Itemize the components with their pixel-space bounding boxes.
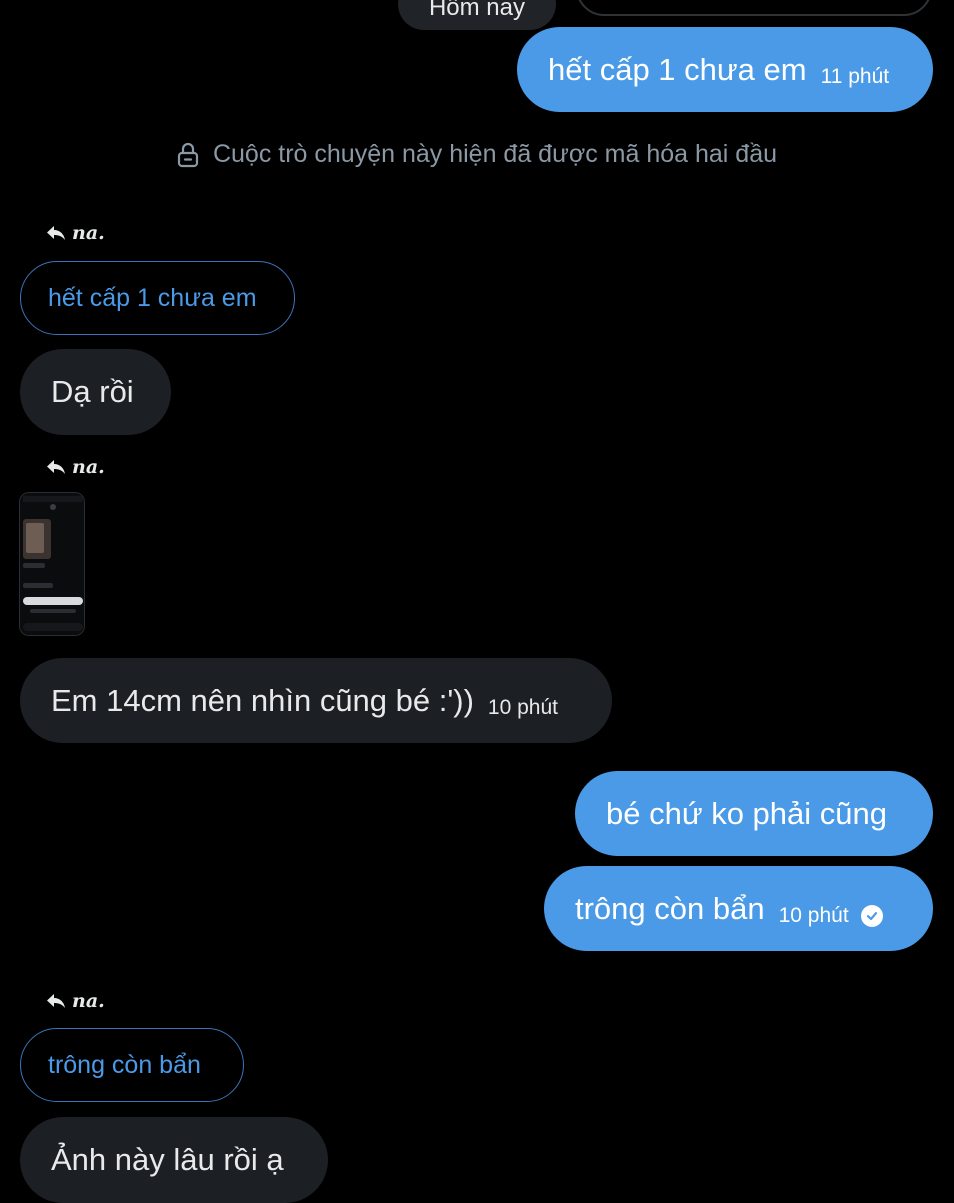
reply-header: 𝒏𝒂.	[46, 222, 105, 244]
message-timestamp: 10 phút	[778, 903, 849, 927]
message-incoming[interactable]: Ảnh này lâu rồi ạ	[20, 1117, 328, 1203]
quoted-message[interactable]: trông còn bẩn	[20, 1028, 244, 1102]
media-thumbnail[interactable]	[19, 492, 85, 636]
message-text: Ảnh này lâu rồi ạ	[51, 1142, 284, 1177]
message-outgoing[interactable]: bé chứ ko phải cũng	[575, 771, 933, 856]
message-text: bé chứ ko phải cũng	[606, 795, 887, 831]
message-incoming[interactable]: Dạ rồi	[20, 349, 171, 435]
encryption-notice: Cuộc trò chuyện này hiện đã được mã hóa …	[0, 140, 954, 169]
date-separator-label: Hôm nay	[428, 0, 526, 21]
message-incoming[interactable]: Em 14cm nên nhìn cũng bé :')) 10 phút	[20, 658, 612, 743]
reply-header: 𝒏𝒂.	[46, 456, 105, 478]
quoted-message-text: hết cấp 1 chưa em	[48, 283, 257, 312]
message-text: hết cấp 1 chưa em	[548, 51, 807, 87]
message-text: Em 14cm nên nhìn cũng bé :'))	[51, 682, 474, 718]
encryption-notice-text: Cuộc trò chuyện này hiện đã được mã hóa …	[212, 140, 778, 168]
message-timestamp: 11 phút	[820, 64, 890, 88]
lock-icon	[177, 142, 199, 168]
reply-header: 𝒏𝒂.	[46, 990, 105, 1012]
message-text: trông còn bẩn	[575, 890, 765, 926]
reply-author-name: 𝒏𝒂.	[72, 222, 105, 244]
message-text: Dạ rồi	[51, 374, 134, 409]
quoted-message[interactable]: hết cấp 1 chưa em	[20, 261, 295, 335]
date-separator: Hôm nay	[398, 0, 556, 30]
quoted-message-text: trông còn bẩn	[48, 1050, 201, 1079]
previous-message-bubble[interactable]	[576, 0, 932, 16]
reply-author-name: 𝒏𝒂.	[72, 990, 105, 1012]
message-outgoing[interactable]: hết cấp 1 chưa em 11 phút	[517, 27, 933, 112]
reply-arrow-icon	[47, 226, 65, 240]
screenshot-preview-image	[20, 493, 84, 635]
read-check-icon	[860, 904, 883, 927]
reply-author-name: 𝒏𝒂.	[72, 456, 105, 478]
message-timestamp: 10 phút	[487, 695, 558, 719]
reply-arrow-icon	[47, 460, 65, 474]
message-outgoing[interactable]: trông còn bẩn 10 phút	[544, 866, 933, 951]
reply-arrow-icon	[47, 994, 65, 1008]
